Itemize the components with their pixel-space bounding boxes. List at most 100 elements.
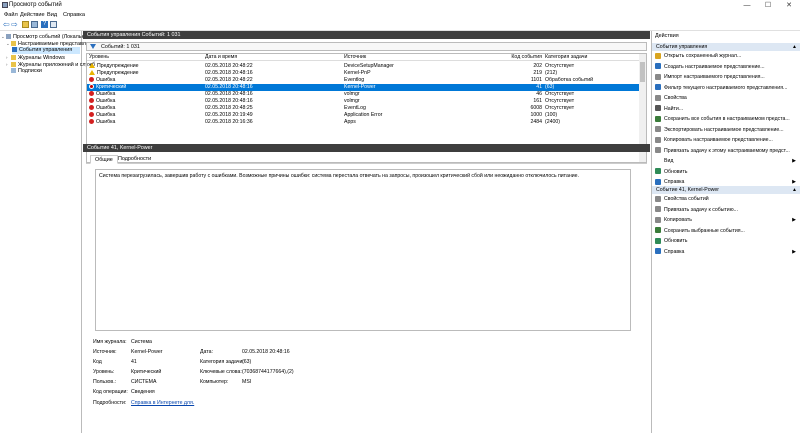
tree-item-windows-logs[interactable]: › Журналы Windows [6, 54, 65, 61]
chevron-up-icon[interactable]: ▲ [792, 43, 797, 51]
action-item[interactable]: Копировать ▶ [655, 216, 798, 225]
menu-help[interactable]: Справка [63, 12, 85, 18]
toolbar: ⇦ ⇨ ? [0, 19, 800, 31]
action-item[interactable]: Экспортировать настраиваемое представлен… [655, 126, 798, 135]
table-row[interactable]: Критический 02.05.2018 20:48:16 Kernel-Pow… [87, 84, 640, 91]
action-item[interactable]: Справка ▶ [655, 248, 798, 257]
minimize-button[interactable]: — [737, 0, 757, 11]
cell-task-category: (212) [545, 70, 558, 76]
column-event-id[interactable]: Код события [507, 54, 542, 61]
action-item[interactable]: Копировать настраиваемое представление..… [655, 136, 798, 145]
table-row[interactable]: Предупреждение 02.05.2018 20:48:16 Kernel-… [87, 70, 640, 77]
table-row[interactable]: Ошибка 02.05.2018 20:48:22 Eventlog 1101 Обр… [87, 77, 640, 84]
cell-source: Eventlog [344, 77, 365, 83]
action-icon [655, 248, 661, 255]
menu-file[interactable]: Файл [4, 12, 18, 18]
action-item[interactable]: Сохранить выбранные события... [655, 227, 798, 236]
action-item[interactable]: Найти... [655, 105, 798, 114]
forward-icon[interactable]: ⇨ [11, 21, 18, 29]
close-button[interactable]: ✕ [779, 0, 799, 11]
error-icon [89, 91, 94, 96]
menu-view[interactable]: Вид [47, 12, 57, 18]
cell-event-id: 202 [533, 63, 542, 69]
column-source[interactable]: Источник [344, 54, 504, 61]
prop-level-value: Критический [131, 369, 162, 375]
cell-task-category: (2400) [545, 119, 560, 125]
cell-level: Ошибка [89, 112, 199, 119]
prop-keywords-label: Ключевые слова: [200, 369, 242, 375]
action-item[interactable]: Свойства [655, 94, 798, 103]
action-item[interactable]: Обновить [655, 168, 798, 177]
window-title: Просмотр событий [9, 2, 62, 8]
action-item[interactable]: Открыть сохраненный журнал... [655, 52, 798, 61]
tree-item-subscriptions[interactable]: Подписки [6, 68, 42, 75]
events-count-label: Событий: 1 031 [101, 44, 140, 50]
console-tree-icon[interactable] [31, 21, 38, 28]
cell-event-id: 1101 [530, 77, 542, 83]
actions-section-admin-events[interactable]: События управления ▲ [652, 43, 800, 51]
cell-task-category: Отсутствует [545, 105, 575, 111]
table-row[interactable]: Ошибка 02.05.2018 20:48:16 volmgr 46 Отсутст… [87, 91, 640, 98]
help-icon[interactable]: ? [41, 21, 48, 28]
tab-details[interactable]: Подробности [114, 155, 155, 164]
cell-source: EventLog [344, 105, 366, 111]
cell-task-category: Отсутствует [545, 91, 575, 97]
table-row[interactable]: Ошибка 02.05.2018 20:48:16 volmgr 161 Отсутс… [87, 98, 640, 105]
action-icon [655, 84, 661, 91]
action-item[interactable]: Вид ▶ [655, 157, 798, 166]
table-row[interactable]: Предупреждение 02.05.2018 20:48:22 DeviceS… [87, 63, 640, 70]
table-row[interactable]: Ошибка 02.05.2018 20:16:36 Apps 2484 (2400) [87, 119, 640, 126]
online-help-link[interactable]: Справка в Интернете для. [131, 400, 194, 406]
action-icon [655, 168, 661, 175]
tree-item-app-logs[interactable]: › Журналы приложений и служб [6, 61, 95, 68]
prop-opcode-label: Код операции: [93, 389, 128, 395]
cell-level: Ошибка [89, 77, 199, 84]
cell-date: 02.05.2018 20:48:25 [205, 105, 253, 111]
properties-icon[interactable] [50, 21, 57, 28]
filter-icon [90, 44, 96, 49]
prop-log-value: Система [131, 339, 152, 345]
cell-level: Предупреждение [89, 63, 199, 70]
event-viewer-icon [6, 34, 11, 40]
action-icon [655, 237, 661, 244]
action-item[interactable]: Импорт настраиваемого представления... [655, 73, 798, 82]
prop-category-value: (63) [242, 359, 252, 365]
prop-log-label: Имя журнала: [93, 339, 127, 345]
action-icon [655, 52, 661, 59]
action-icon [655, 147, 661, 154]
prop-source-label: Источник: [93, 349, 117, 355]
action-item[interactable]: Привязать задачу к этому настраиваемому … [655, 147, 798, 156]
action-item[interactable]: Привязать задачу к событию... [655, 206, 798, 215]
maximize-button[interactable]: ☐ [758, 0, 778, 11]
action-item[interactable]: Свойства событий [655, 195, 798, 204]
action-item[interactable]: Сохранить все события в настраиваемом пр… [655, 115, 798, 124]
tree-item-admin-events[interactable]: События управления [12, 47, 80, 54]
back-icon[interactable]: ⇦ [3, 21, 10, 29]
cell-date: 02.05.2018 20:19:49 [205, 112, 253, 118]
column-task-category[interactable]: Категория задачи [545, 54, 640, 61]
column-date[interactable]: Дата и время [205, 54, 335, 61]
action-item[interactable]: Обновить [655, 237, 798, 246]
menu-action[interactable]: Действие [20, 12, 45, 18]
cell-event-id: 46 [536, 91, 542, 97]
folder-icon[interactable] [22, 21, 29, 28]
chevron-up-icon[interactable]: ▲ [792, 186, 797, 194]
cell-level: Критический [89, 84, 199, 91]
action-icon [655, 105, 661, 112]
column-level[interactable]: Уровень [89, 54, 199, 61]
menu-bar: Файл Действие Вид Справка [0, 11, 800, 19]
table-row[interactable]: Ошибка 02.05.2018 20:48:25 EventLog 6008 Отс… [87, 105, 640, 112]
subscriptions-icon [11, 68, 16, 74]
scrollbar-thumb[interactable] [640, 62, 645, 82]
table-row[interactable]: Ошибка 02.05.2018 20:19:49 Application Err… [87, 112, 640, 119]
prop-date-value: 02.05.2018 20:48:16 [242, 349, 290, 355]
error-icon [89, 98, 94, 103]
cell-date: 02.05.2018 20:48:16 [205, 70, 253, 76]
cell-level: Ошибка [89, 105, 199, 112]
cell-event-id: 6008 [530, 105, 542, 111]
cell-source: DeviceSetupManager [344, 63, 394, 69]
action-item[interactable]: Фильтр текущего настраиваемого представл… [655, 84, 798, 93]
tree-item-root[interactable]: ⌄ Просмотр событий (Локальный) [1, 33, 93, 40]
actions-section-event[interactable]: Событие 41, Kernel-Power ▲ [652, 186, 800, 194]
action-item[interactable]: Создать настраиваемое представление... [655, 63, 798, 72]
